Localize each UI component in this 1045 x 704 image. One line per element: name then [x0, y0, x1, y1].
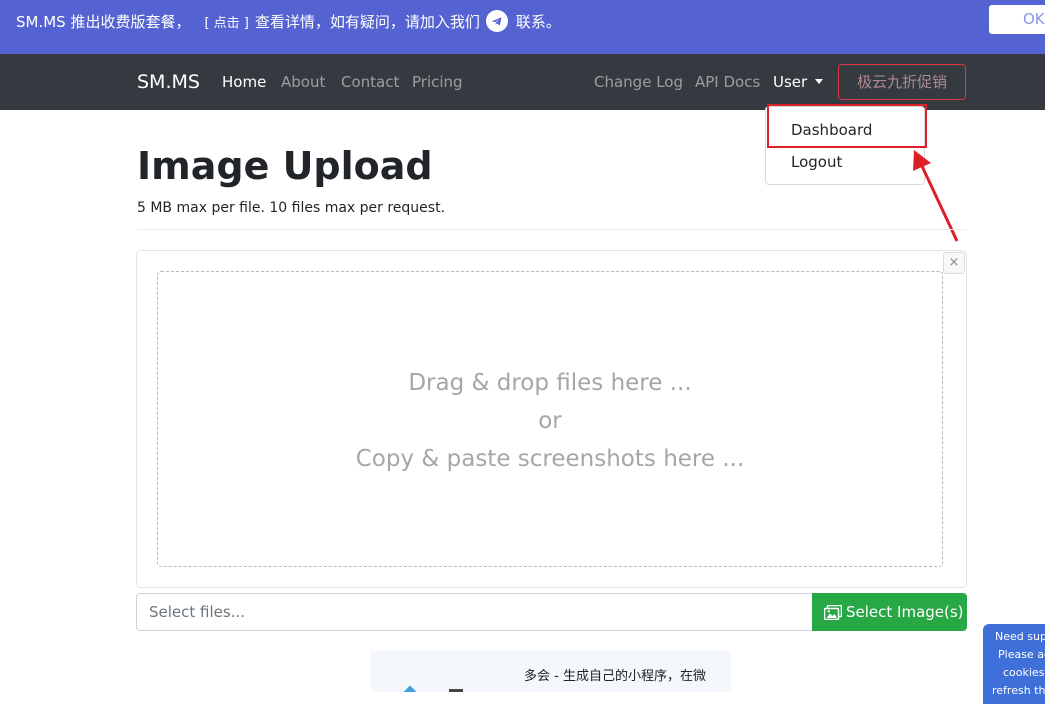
- announcement-text-after: 查看详情，如有疑问，请加入我们: [254, 13, 480, 31]
- ad-logo-icon: [401, 685, 419, 692]
- cookie-line: cookies a: [1003, 666, 1045, 679]
- drop-zone-line2: or: [538, 408, 562, 434]
- brand-logo[interactable]: SM.MS: [137, 71, 200, 93]
- ad-card[interactable]: 多会 - 生成自己的小程序，在微: [371, 651, 731, 692]
- select-images-label: Select Image(s): [846, 603, 964, 621]
- close-icon[interactable]: ×: [943, 252, 965, 274]
- announcement-link[interactable]: [ 点击 ]: [204, 16, 248, 31]
- announcement-message: SM.MS 推出收费版套餐， [ 点击 ] 查看详情，如有疑问，请加入我们 联系。: [16, 10, 561, 34]
- nav-about[interactable]: About: [281, 73, 325, 91]
- nav-contact[interactable]: Contact: [341, 73, 399, 91]
- user-dropdown-toggle[interactable]: User: [773, 73, 824, 91]
- nav-pricing[interactable]: Pricing: [412, 73, 463, 91]
- navbar: SM.MS Home About Contact Pricing Change …: [0, 54, 1045, 110]
- telegram-icon[interactable]: [485, 10, 508, 32]
- cookie-line: Need sup: [995, 630, 1045, 643]
- highlight-box: [767, 104, 927, 148]
- select-images-button[interactable]: Select Image(s): [812, 593, 967, 631]
- caret-down-icon: [815, 79, 824, 84]
- drop-zone-line3: Copy & paste screenshots here ...: [355, 446, 745, 472]
- nav-home[interactable]: Home: [222, 73, 266, 91]
- divider: [137, 229, 966, 230]
- nav-change-log[interactable]: Change Log: [594, 73, 683, 91]
- images-icon: [823, 604, 843, 621]
- ad-text: 多会 - 生成自己的小程序，在微: [524, 669, 706, 684]
- nav-api-docs[interactable]: API Docs: [695, 73, 760, 91]
- file-input[interactable]: Select files...: [136, 593, 813, 631]
- announcement-text-end: 联系。: [515, 13, 561, 31]
- ok-button[interactable]: OK: [989, 5, 1045, 34]
- dropdown-item-logout[interactable]: Logout: [791, 153, 842, 171]
- cookie-line: Please ac: [998, 648, 1045, 661]
- drop-zone-line1: Drag & drop files here ...: [408, 370, 692, 396]
- page-title: Image Upload: [137, 144, 433, 188]
- cookie-notice[interactable]: Need sup Please ac cookies a refresh the: [983, 624, 1045, 704]
- announcement-text: SM.MS 推出收费版套餐，: [16, 13, 191, 31]
- user-label: User: [773, 73, 808, 91]
- page-subtitle: 5 MB max per file. 10 files max per requ…: [137, 200, 446, 216]
- promo-button[interactable]: 极云九折促销: [838, 64, 966, 100]
- announcement-bar: SM.MS 推出收费版套餐， [ 点击 ] 查看详情，如有疑问，请加入我们 联系。 O…: [0, 0, 1045, 54]
- cookie-line: refresh the: [992, 684, 1045, 697]
